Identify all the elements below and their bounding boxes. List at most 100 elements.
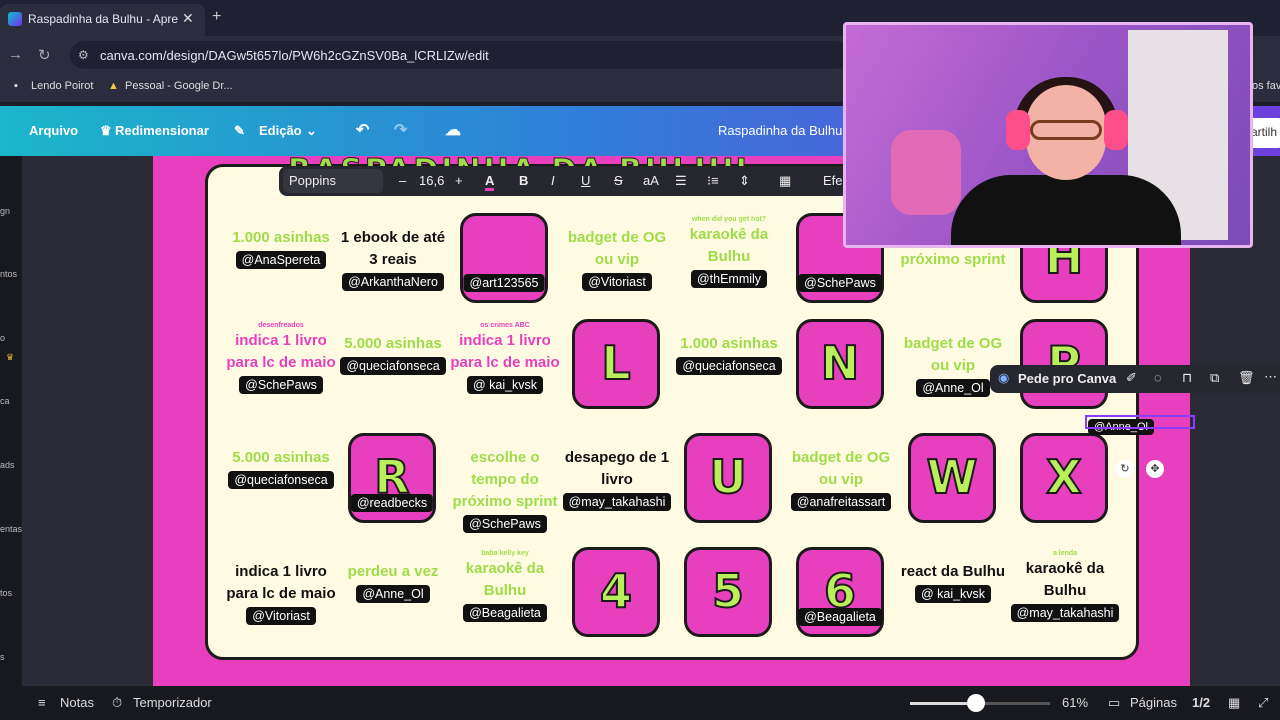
pages-button[interactable]: Páginas <box>1130 695 1177 710</box>
username-tag[interactable]: @thEmmily <box>690 270 768 288</box>
list-icon[interactable]: ⁝≡ <box>707 173 719 189</box>
rail-item-uploads[interactable]: ads <box>0 460 15 470</box>
font-family-select[interactable]: Poppins <box>283 169 383 193</box>
chevron-down-icon[interactable]: ⌄ <box>306 123 317 139</box>
username-tag[interactable]: @art123565 <box>463 274 545 292</box>
text-color-icon[interactable]: A <box>485 173 495 191</box>
grid-view-icon[interactable]: ▦ <box>1228 695 1240 711</box>
bookmark-overflow[interactable]: os fav <box>1252 80 1280 92</box>
reload-icon[interactable]: ↻ <box>38 46 51 64</box>
bookmark-google-drive[interactable]: ▲ Pessoal - Google Dr... <box>108 80 233 92</box>
username-tag[interactable]: @Beagalieta <box>798 608 882 626</box>
scratch-tile[interactable]: 6 @Beagalieta <box>796 547 884 637</box>
effects-button[interactable]: Efe <box>823 173 843 188</box>
prize-text[interactable]: desapego de 1 livro <box>562 447 672 491</box>
username-tag[interactable]: @Vitoriast <box>582 273 652 291</box>
rail-item-elements[interactable]: ntos <box>0 269 17 279</box>
site-info-icon[interactable]: ⚙ <box>78 48 89 62</box>
close-tab-icon[interactable]: ✕ <box>182 10 194 27</box>
prize-text[interactable]: 1.000 asinhas <box>674 333 784 355</box>
selected-text-box[interactable] <box>1085 415 1195 429</box>
redo-icon[interactable]: ↷ <box>394 120 407 140</box>
duplicate-icon[interactable]: ⧉ <box>1210 370 1219 386</box>
bold-icon[interactable]: B <box>519 173 528 188</box>
undo-icon[interactable]: ↶ <box>356 120 369 140</box>
edit-menu[interactable]: Edição <box>259 123 302 138</box>
prize-text[interactable]: 5.000 asinhas <box>226 447 336 469</box>
scratch-tile[interactable]: N <box>796 319 884 409</box>
username-tag[interactable]: @SchePaws <box>239 376 323 394</box>
username-tag[interactable]: @ kai_kvsk <box>914 585 992 603</box>
prize-text[interactable]: 1 ebook de até 3 reais <box>338 227 448 271</box>
transparency-icon[interactable]: ▦ <box>779 173 791 189</box>
italic-icon[interactable]: I <box>551 173 555 188</box>
new-tab-icon[interactable]: + <box>212 8 221 26</box>
prize-text[interactable]: react da Bulhu <box>898 561 1008 583</box>
underline-icon[interactable]: U <box>581 173 590 188</box>
username-tag[interactable]: @AnaSpereta <box>235 251 327 269</box>
prize-text[interactable]: indica 1 livro para lc de maio <box>226 561 336 605</box>
username-tag[interactable]: @may_takahashi <box>562 493 672 511</box>
username-tag[interactable]: @Anne_Ol <box>916 379 990 397</box>
username-tag[interactable]: @queciafonseca <box>228 471 334 489</box>
username-tag[interactable]: @queciafonseca <box>676 357 782 375</box>
cloud-sync-icon[interactable]: ☁ <box>445 120 461 140</box>
rail-item-apps[interactable]: s <box>0 652 5 662</box>
fullscreen-icon[interactable]: ⤢ <box>1258 695 1268 711</box>
username-tag[interactable]: @Beagalieta <box>463 604 547 622</box>
scratch-tile[interactable]: 4 <box>572 547 660 637</box>
prize-text[interactable]: 1.000 asinhas <box>226 227 336 249</box>
prize-text[interactable]: indica 1 livro para lc de maio <box>450 330 560 374</box>
align-center-icon[interactable]: ☰ <box>675 173 687 189</box>
username-tag[interactable]: @SchePaws <box>798 274 882 292</box>
username-tag[interactable]: @may_takahashi <box>1010 604 1120 622</box>
letter-case-icon[interactable]: aA <box>643 173 659 188</box>
scratch-tile[interactable]: W <box>908 433 996 523</box>
magic-edit-icon[interactable]: ✐ <box>1126 370 1137 386</box>
scratch-tile[interactable]: P <box>1020 319 1108 409</box>
prize-text[interactable]: 5.000 asinhas <box>338 333 448 355</box>
username-tag[interactable]: @ kai_kvsk <box>466 376 544 394</box>
prize-text[interactable]: badget de OG ou vip <box>786 447 896 491</box>
notes-button[interactable]: Notas <box>60 695 94 710</box>
move-handle-icon[interactable]: ✥ <box>1146 460 1164 478</box>
username-tag[interactable]: @queciafonseca <box>340 357 446 375</box>
more-options-icon[interactable]: ⋯ <box>1264 369 1277 385</box>
scratch-tile[interactable]: L <box>572 319 660 409</box>
rail-item-projects[interactable]: tos <box>0 588 12 598</box>
zoom-slider-handle[interactable] <box>966 694 985 712</box>
username-tag[interactable]: @readbecks <box>350 494 434 512</box>
username-tag[interactable]: @SchePaws <box>463 515 547 533</box>
trash-icon[interactable]: 🗑 <box>1238 370 1255 386</box>
decrease-font-button[interactable]: – <box>399 173 406 188</box>
rail-item-brand[interactable]: ca <box>0 396 10 406</box>
rail-item-tools[interactable]: entas <box>0 524 22 534</box>
strikethrough-icon[interactable]: S <box>614 173 623 188</box>
comment-icon[interactable]: ◌ <box>1154 370 1162 385</box>
font-size-input[interactable]: 16,6 <box>419 173 444 188</box>
scratch-tile[interactable]: U <box>684 433 772 523</box>
timer-button[interactable]: Temporizador <box>133 695 212 710</box>
rail-item-design[interactable]: gn <box>0 206 10 216</box>
username-tag[interactable]: @ArkanthaNero <box>342 273 444 291</box>
prize-text[interactable]: badget de OG ou vip <box>562 227 672 271</box>
scratch-tile[interactable]: R @readbecks <box>348 433 436 523</box>
username-tag[interactable]: @anafreitassart <box>790 493 892 511</box>
prize-text[interactable]: karaokê da Bulhu <box>450 558 560 602</box>
prize-text[interactable]: escolhe o tempo do próximo sprint <box>450 447 560 513</box>
increase-font-button[interactable]: + <box>455 173 463 188</box>
zoom-value[interactable]: 61% <box>1062 695 1088 710</box>
ask-canva-button[interactable]: Pede pro Canva <box>1018 371 1116 386</box>
resize-menu[interactable]: Redimensionar <box>115 123 209 138</box>
prize-text[interactable]: karaokê da Bulhu <box>674 224 784 268</box>
username-tag[interactable]: @Vitoriast <box>246 607 316 625</box>
file-menu[interactable]: Arquivo <box>29 123 78 138</box>
scratch-tile[interactable]: X <box>1020 433 1108 523</box>
prize-text[interactable]: perdeu a vez <box>338 561 448 583</box>
spacing-icon[interactable]: ⇕ <box>739 173 750 189</box>
rotate-handle-icon[interactable]: ↻ <box>1116 460 1134 478</box>
rail-item-text[interactable]: o <box>0 333 5 343</box>
url-field[interactable]: ⚙ canva.com/design/DAGw5t657lo/PW6h2cGZn… <box>70 41 850 69</box>
scratch-tile[interactable]: @art123565 <box>460 213 548 303</box>
scratch-tile[interactable]: 5 <box>684 547 772 637</box>
